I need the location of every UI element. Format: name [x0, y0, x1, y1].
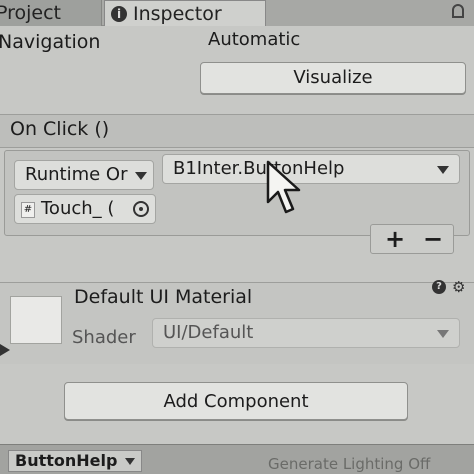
- add-event-button[interactable]: +: [380, 224, 410, 254]
- navigation-dropdown[interactable]: Automatic: [200, 26, 474, 56]
- navigation-label: Navigation: [0, 31, 101, 53]
- visualize-button[interactable]: Visualize: [200, 62, 466, 94]
- tab-project-label: Project: [0, 2, 62, 24]
- selected-object-dropdown[interactable]: ButtonHelp: [8, 450, 142, 472]
- chevron-down-icon: [135, 172, 147, 180]
- tab-inspector[interactable]: i Inspector: [104, 0, 266, 26]
- shader-dropdown[interactable]: UI/Default: [152, 318, 460, 348]
- gear-icon[interactable]: ⚙: [452, 278, 465, 296]
- navigation-value: Automatic: [208, 29, 301, 50]
- object-picker-dot: [139, 207, 143, 211]
- runtime-mode-dropdown[interactable]: Runtime Or: [14, 160, 154, 190]
- lock-icon[interactable]: [452, 4, 464, 18]
- shader-label: Shader: [72, 327, 136, 348]
- info-icon: i: [111, 6, 127, 22]
- chevron-down-icon: [125, 458, 135, 465]
- selected-object-label: ButtonHelp: [15, 451, 118, 470]
- material-swatch: [10, 296, 62, 344]
- tab-bar-empty: [266, 0, 474, 26]
- lighting-status: Generate Lighting Off: [268, 455, 431, 473]
- material-name: Default UI Material: [74, 286, 253, 308]
- object-picker-icon[interactable]: [133, 201, 149, 217]
- function-dropdown[interactable]: B1Inter.ButtonHelp: [162, 154, 460, 184]
- chevron-down-icon: [437, 330, 449, 338]
- on-click-title: On Click (): [10, 118, 110, 140]
- expand-arrow-icon[interactable]: [0, 344, 10, 356]
- tab-inspector-label: Inspector: [133, 3, 222, 25]
- tab-project[interactable]: Project: [0, 0, 102, 26]
- object-value: Touch_ (: [41, 198, 115, 219]
- remove-event-button[interactable]: −: [418, 224, 448, 254]
- add-component-button[interactable]: Add Component: [64, 382, 408, 420]
- shader-value: UI/Default: [163, 322, 254, 343]
- chevron-down-icon: [437, 166, 449, 174]
- object-field[interactable]: # Touch_ (: [14, 194, 156, 224]
- function-value: B1Inter.ButtonHelp: [173, 158, 345, 179]
- help-icon[interactable]: ?: [432, 280, 446, 294]
- script-icon: #: [21, 202, 35, 218]
- runtime-mode-value: Runtime Or: [25, 164, 128, 185]
- mouse-cursor-icon: [266, 160, 301, 214]
